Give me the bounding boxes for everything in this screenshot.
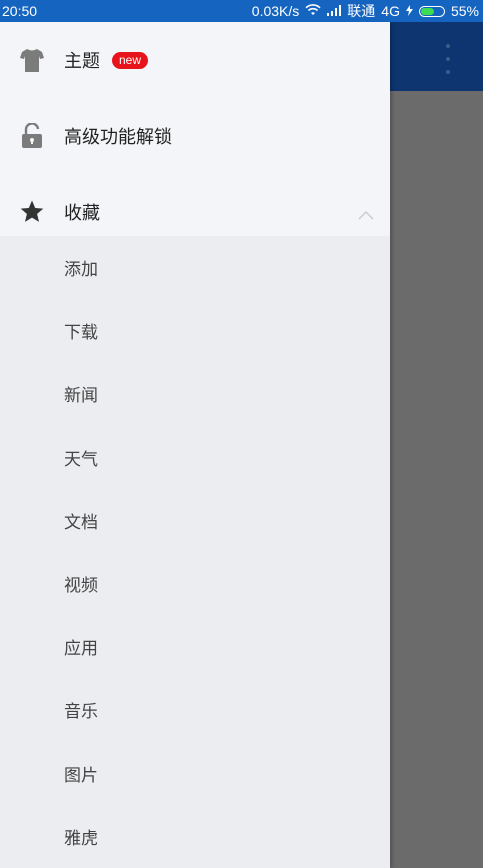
new-badge: new	[112, 51, 149, 69]
chevron-up-icon[interactable]	[358, 205, 374, 220]
status-time: 20:50	[2, 3, 38, 19]
status-indicators: 0.03K/s 联通 4G 55%	[252, 1, 483, 21]
signal-icon	[327, 3, 342, 19]
favorites-item[interactable]: 图片	[0, 742, 390, 805]
wifi-icon	[305, 3, 321, 19]
drawer-top-section: 主题 new 高级功能解锁 收藏	[0, 22, 390, 236]
favorites-item[interactable]: 音乐	[0, 678, 390, 741]
battery-icon	[418, 5, 445, 17]
drawer-item-theme[interactable]: 主题 new	[0, 22, 390, 98]
favorites-item[interactable]: 新闻	[0, 362, 390, 425]
navigation-drawer: 主题 new 高级功能解锁 收藏 添加 下载 新闻 天气 文档 视频 应用 音乐…	[0, 22, 390, 868]
favorites-item[interactable]: 天气	[0, 426, 390, 489]
status-bar: 20:50 0.03K/s 联通 4G 55%	[0, 0, 483, 22]
overflow-menu-icon[interactable]	[443, 44, 453, 74]
favorites-item[interactable]: 下载	[0, 299, 390, 362]
favorites-list: 添加 下载 新闻 天气 文档 视频 应用 音乐 图片 雅虎	[0, 236, 390, 868]
drawer-item-premium-unlock[interactable]: 高级功能解锁	[0, 98, 390, 174]
star-icon	[18, 198, 46, 226]
favorites-item[interactable]: 视频	[0, 552, 390, 615]
network-speed: 0.03K/s	[251, 3, 300, 19]
drawer-item-label: 高级功能解锁	[64, 127, 172, 148]
favorites-item[interactable]: 文档	[0, 489, 390, 552]
network-type: 4G	[381, 3, 400, 19]
charging-icon	[405, 3, 413, 19]
drawer-item-label: 收藏	[64, 203, 100, 224]
unlock-icon	[18, 122, 46, 150]
battery-level	[420, 7, 435, 15]
tshirt-icon	[18, 46, 46, 74]
favorites-item[interactable]: 雅虎	[0, 805, 390, 868]
favorites-item[interactable]: 应用	[0, 615, 390, 678]
battery-percent: 55%	[450, 3, 479, 19]
carrier-name: 联通	[347, 3, 376, 19]
drawer-item-favorites[interactable]: 收藏	[0, 174, 390, 250]
drawer-item-label: 主题	[64, 51, 100, 72]
